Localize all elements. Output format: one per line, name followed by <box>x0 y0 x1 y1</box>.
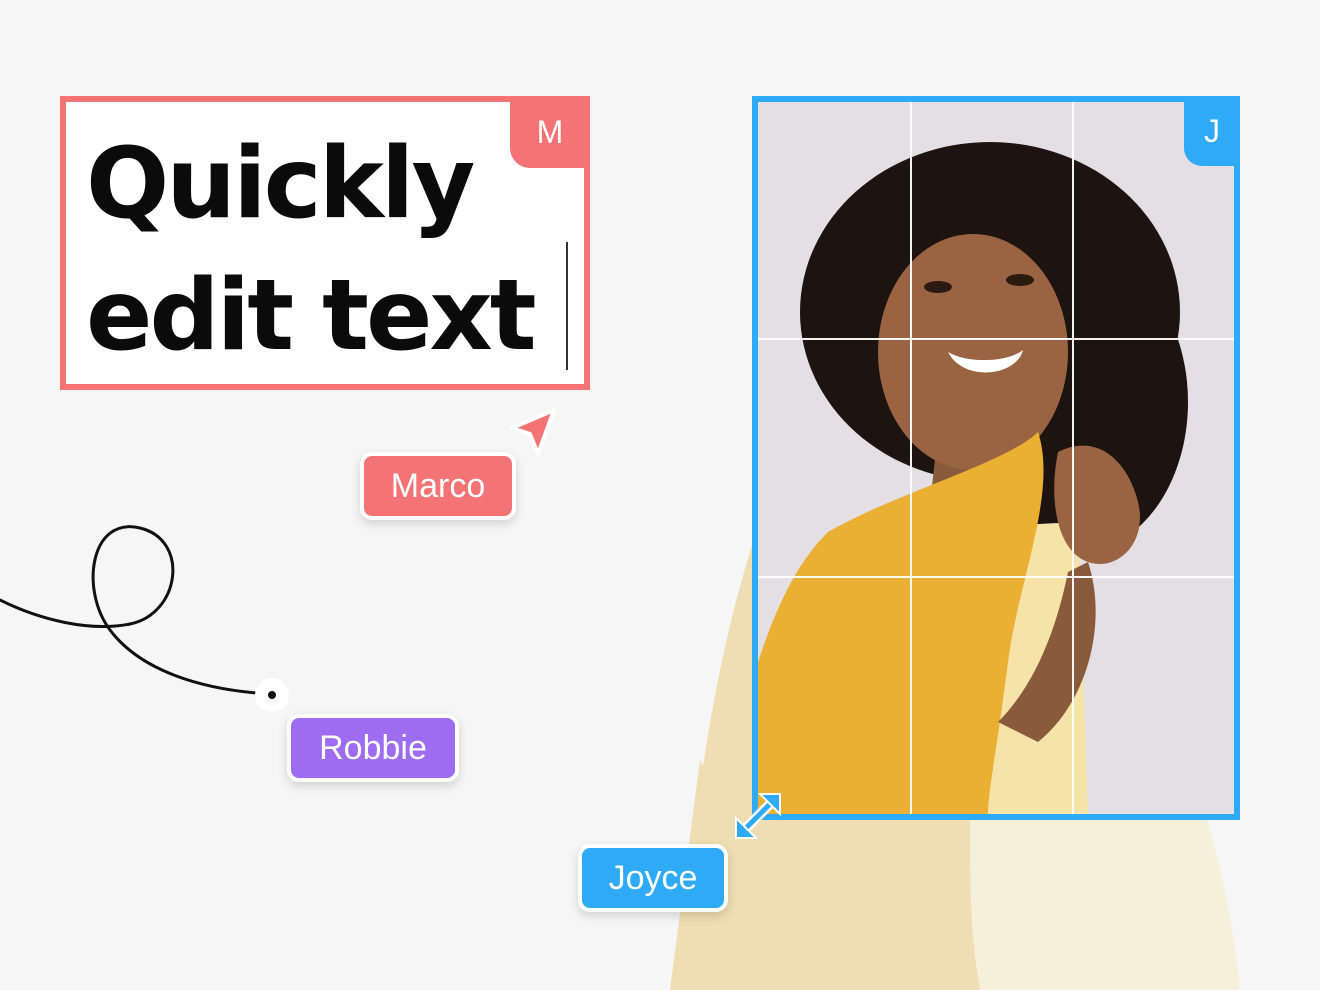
text-caret <box>566 242 568 370</box>
headline-text[interactable]: Quickly edit text <box>86 118 537 382</box>
collaborator-tag-marco: Marco <box>360 452 516 520</box>
pen-point-icon <box>255 678 289 712</box>
grid-line-v2 <box>1072 102 1074 814</box>
collaborator-badge-joyce: J <box>1184 102 1234 166</box>
portrait-photo <box>758 102 1234 814</box>
headline-line-2: edit text <box>86 259 537 373</box>
grid-line-v1 <box>910 102 912 814</box>
collaborator-tag-robbie: Robbie <box>287 714 459 782</box>
image-element[interactable]: J <box>752 96 1240 820</box>
grid-line-h2 <box>758 576 1234 578</box>
text-element[interactable]: Quickly edit text M <box>60 96 590 390</box>
collaborator-tag-joyce: Joyce <box>578 844 728 912</box>
cursor-arrow-icon <box>510 408 556 456</box>
design-canvas: Quickly edit text M Marco Robbie J Joyce <box>0 0 1320 990</box>
headline-line-1: Quickly <box>86 127 475 241</box>
collaborator-badge-marco: M <box>510 96 590 168</box>
resize-diagonal-icon[interactable] <box>730 788 786 844</box>
grid-line-h1 <box>758 338 1234 340</box>
